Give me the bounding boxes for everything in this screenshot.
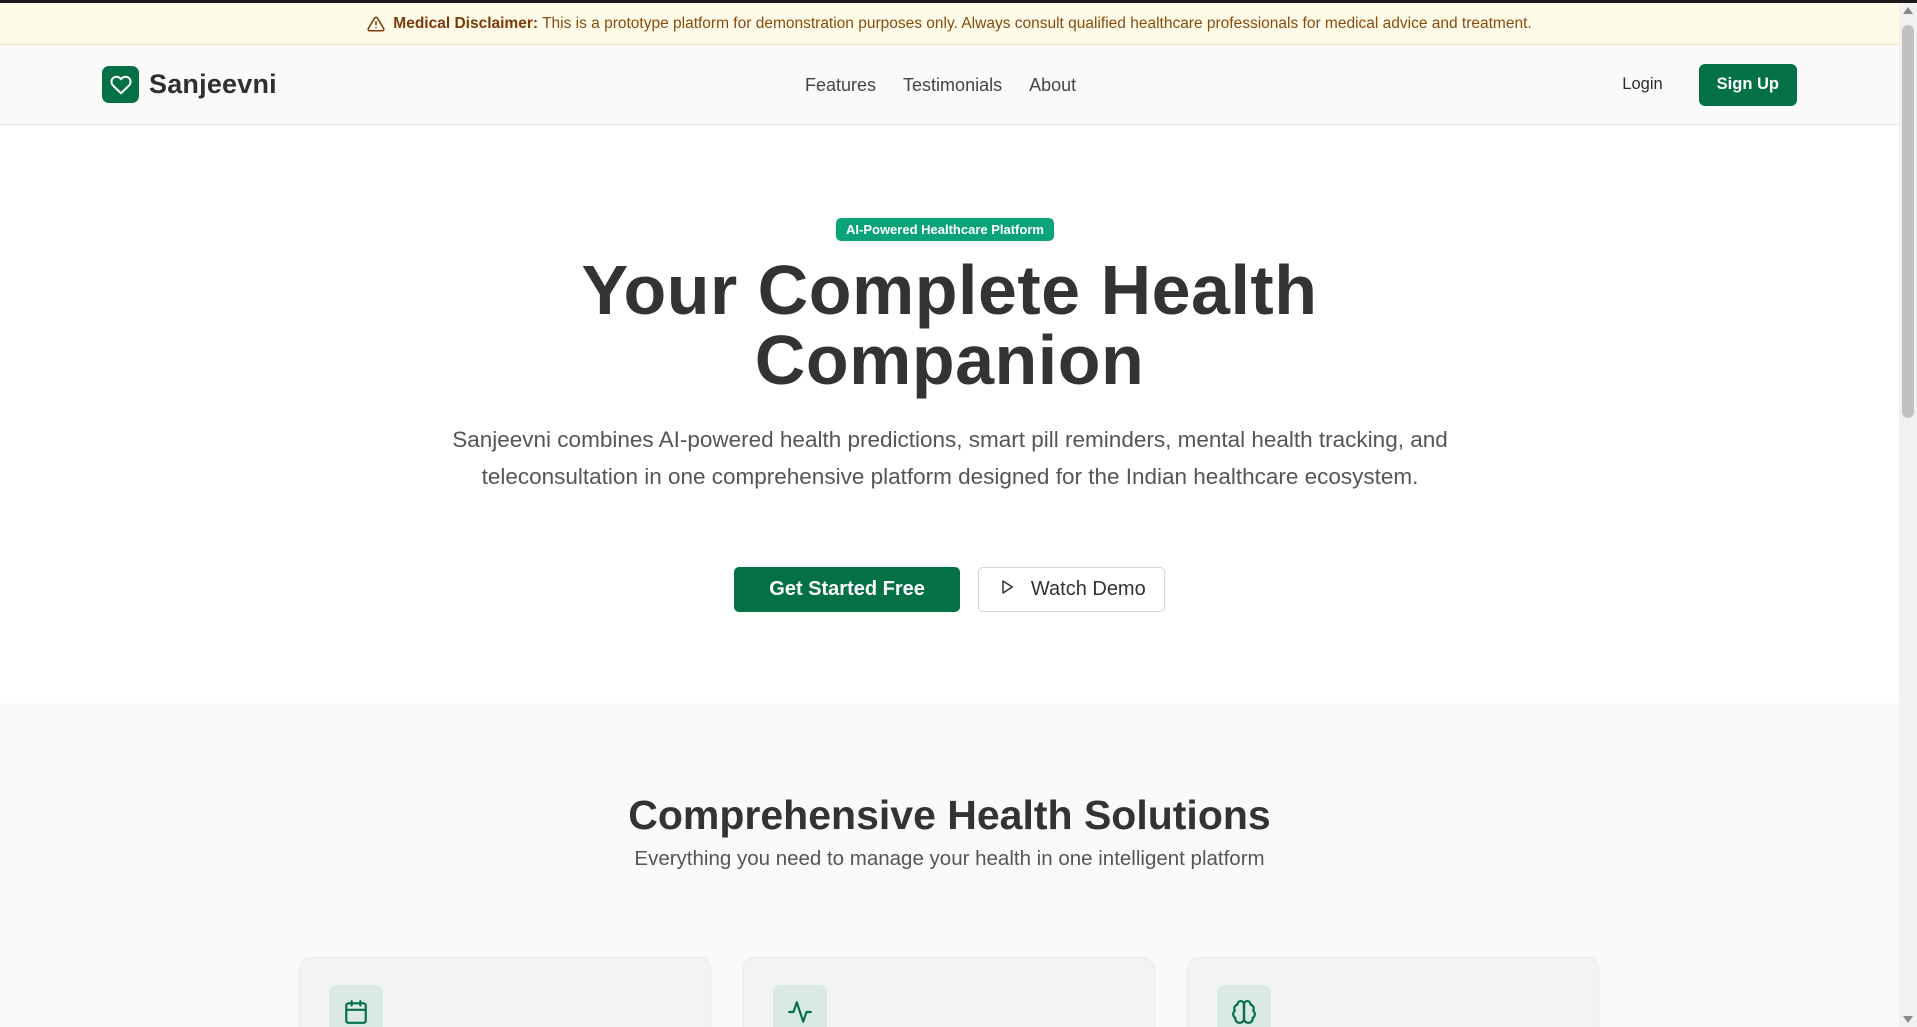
brain-icon [1217,985,1271,1027]
brand-name: Sanjeevni [149,69,277,99]
brand-logo[interactable]: Sanjeevni [102,66,277,103]
main-nav: Features Testimonials About [805,45,1076,125]
scroll-down-arrow-icon[interactable] [1903,1016,1913,1023]
activity-pulse-icon [773,985,827,1027]
feature-card[interactable] [1187,957,1599,1027]
warning-triangle-icon [367,15,385,33]
vertical-scrollbar[interactable] [1899,3,1917,1027]
hero-section: AI-Powered Healthcare Platform Your Comp… [0,125,1899,703]
disclaimer-label: Medical Disclaimer: [393,14,539,32]
feature-card[interactable] [743,957,1155,1027]
nav-link-testimonials[interactable]: Testimonials [903,75,1002,96]
hero-badge: AI-Powered Healthcare Platform [836,218,1054,241]
sign-up-button[interactable]: Sign Up [1698,63,1797,106]
page: Medical Disclaimer: This is a prototype … [0,3,1899,1027]
features-title: Comprehensive Health Solutions [628,792,1271,838]
watch-demo-button[interactable]: Watch Demo [977,567,1165,612]
watch-demo-label: Watch Demo [1030,578,1146,600]
medical-disclaimer-banner: Medical Disclaimer: This is a prototype … [0,3,1899,45]
hero-description: Sanjeevni combines AI-powered health pre… [452,427,1448,489]
scroll-up-arrow-icon[interactable] [1903,7,1913,14]
hero-title: Your Complete Health Companion [0,255,1899,395]
heart-icon [102,66,139,103]
auth-actions: Login Sign Up [1602,63,1797,106]
disclaimer-text: This is a prototype platform for demonst… [542,14,1532,32]
features-subtitle: Everything you need to manage your healt… [634,847,1265,870]
scrollbar-thumb[interactable] [1902,25,1914,418]
hero-cta-group: Get Started Free Watch Demo [0,567,1899,612]
nav-link-features[interactable]: Features [805,75,876,96]
login-button[interactable]: Login [1602,65,1682,104]
calendar-icon [329,985,383,1027]
nav-link-about[interactable]: About [1029,75,1076,96]
hero-title-line-2: Companion [754,321,1145,399]
feature-card[interactable] [299,957,711,1027]
features-section: Comprehensive Health Solutions Everythin… [0,703,1899,1027]
get-started-button[interactable]: Get Started Free [734,567,960,612]
hero-title-line-1: Your Complete Health [581,251,1318,329]
play-icon [999,578,1015,601]
site-header: Sanjeevni Features Testimonials About Lo… [0,45,1899,125]
